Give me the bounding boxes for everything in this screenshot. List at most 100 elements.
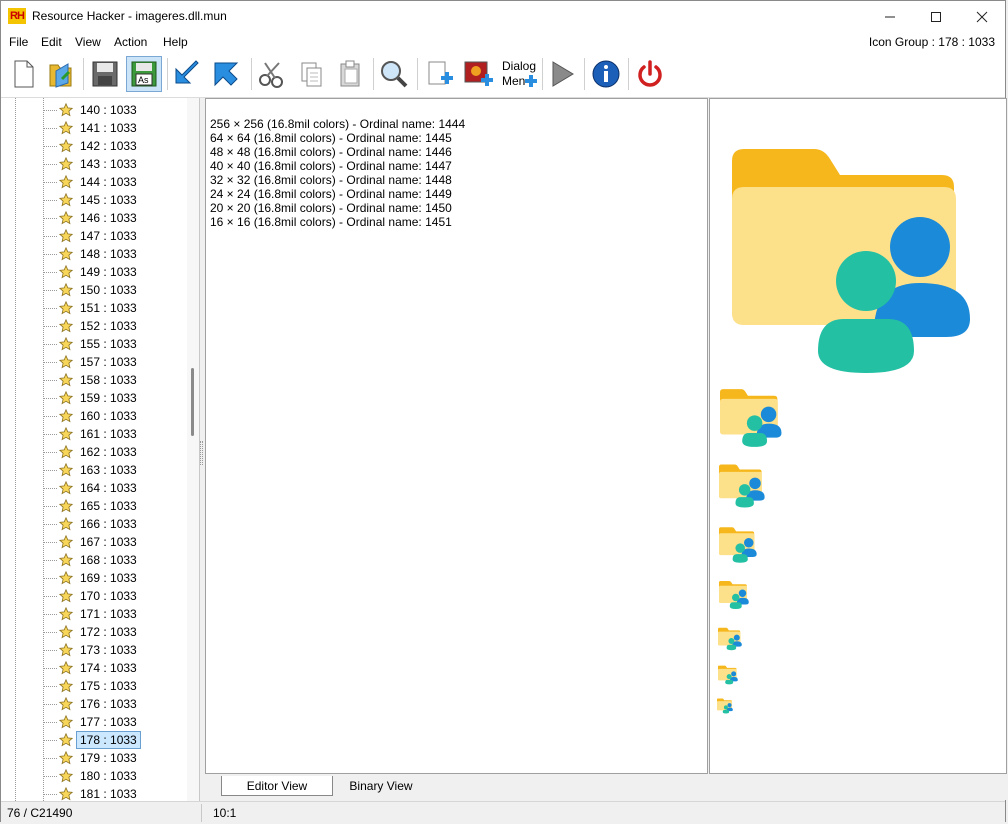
tree-connector [43, 128, 57, 129]
tree-item[interactable]: 157 : 1033 [43, 353, 183, 371]
tree-item[interactable]: 146 : 1033 [43, 209, 183, 227]
tree-item-label: 165 : 1033 [80, 499, 137, 513]
tree-item[interactable]: 173 : 1033 [43, 641, 183, 659]
compile-run-button[interactable] [544, 56, 580, 92]
tree-item[interactable]: 147 : 1033 [43, 227, 183, 245]
tree-item[interactable]: 175 : 1033 [43, 677, 183, 695]
save-as-button[interactable]: As [126, 56, 162, 92]
tree-item[interactable]: 176 : 1033 [43, 695, 183, 713]
back-button[interactable] [169, 56, 205, 92]
star-icon [58, 570, 74, 585]
tree-item[interactable]: 167 : 1033 [43, 533, 183, 551]
star-icon [58, 678, 74, 693]
tree-item[interactable]: 164 : 1033 [43, 479, 183, 497]
tree-item[interactable]: 178 : 1033 [43, 731, 183, 749]
tree-item[interactable]: 162 : 1033 [43, 443, 183, 461]
tree-item[interactable]: 140 : 1033 [43, 101, 183, 119]
star-icon [58, 588, 74, 603]
tree-item[interactable]: 152 : 1033 [43, 317, 183, 335]
tree-item-label: 151 : 1033 [80, 301, 137, 315]
icon-entry-line: 256 × 256 (16.8mil colors) - Ordinal nam… [210, 117, 466, 131]
menu-file[interactable]: File [9, 35, 28, 49]
tree-item-label: 170 : 1033 [80, 589, 137, 603]
new-button[interactable] [5, 56, 41, 92]
tree-item-label: 173 : 1033 [80, 643, 137, 657]
tree-item-label: 148 : 1033 [80, 247, 137, 261]
toolbar-separator [167, 58, 168, 90]
dialog-menu-editor-button[interactable]: Dialog Men [499, 56, 539, 92]
paste-button[interactable] [332, 56, 368, 92]
save-button[interactable] [87, 56, 123, 92]
tree-scrollbar[interactable] [187, 98, 199, 801]
star-icon [58, 696, 74, 711]
tree-item[interactable]: 181 : 1033 [43, 785, 183, 801]
cut-button[interactable] [254, 56, 290, 92]
tree-item[interactable]: 171 : 1033 [43, 605, 183, 623]
resource-tree[interactable]: 140 : 1033 141 : 1033 142 : 1033 143 : 1033… [1, 98, 200, 801]
tree-item-label: 145 : 1033 [80, 193, 137, 207]
tree-item[interactable]: 160 : 1033 [43, 407, 183, 425]
star-icon [58, 552, 74, 567]
tree-item[interactable]: 169 : 1033 [43, 569, 183, 587]
tab-binary-view[interactable]: Binary View [335, 776, 427, 796]
menu-view[interactable]: View [75, 35, 101, 49]
star-icon [58, 120, 74, 135]
tree-item[interactable]: 163 : 1033 [43, 461, 183, 479]
tree-item[interactable]: 172 : 1033 [43, 623, 183, 641]
menu-help[interactable]: Help [163, 35, 188, 49]
tree-item[interactable]: 161 : 1033 [43, 425, 183, 443]
tree-item[interactable]: 143 : 1033 [43, 155, 183, 173]
add-image-resource-button[interactable] [460, 56, 496, 92]
tree-connector [43, 452, 57, 453]
tree-item[interactable]: 144 : 1033 [43, 173, 183, 191]
tab-editor-view[interactable]: Editor View [221, 776, 333, 796]
tree-item[interactable]: 179 : 1033 [43, 749, 183, 767]
tree-connector [43, 164, 57, 165]
splitter-handle[interactable] [200, 441, 203, 465]
tree-item[interactable]: 155 : 1033 [43, 335, 183, 353]
about-button[interactable] [588, 56, 624, 92]
tree-item[interactable]: 142 : 1033 [43, 137, 183, 155]
tree-item[interactable]: 151 : 1033 [43, 299, 183, 317]
add-resource-button[interactable] [421, 56, 457, 92]
star-icon [58, 516, 74, 531]
star-icon [58, 336, 74, 351]
resource-hacker-window: RH Resource Hacker - imageres.dll.mun Fi… [0, 0, 1007, 824]
tree-item[interactable]: 165 : 1033 [43, 497, 183, 515]
menu-edit[interactable]: Edit [41, 35, 62, 49]
tree-item[interactable]: 158 : 1033 [43, 371, 183, 389]
tree-item[interactable]: 166 : 1033 [43, 515, 183, 533]
tree-item-label: 147 : 1033 [80, 229, 137, 243]
tree-scrollbar-thumb[interactable] [191, 368, 194, 436]
minimize-button[interactable] [867, 1, 913, 32]
tree-item[interactable]: 174 : 1033 [43, 659, 183, 677]
svg-text:As: As [138, 75, 149, 85]
tree-item[interactable]: 149 : 1033 [43, 263, 183, 281]
tree-connector [43, 236, 57, 237]
maximize-icon [931, 11, 941, 22]
tree-item[interactable]: 177 : 1033 [43, 713, 183, 731]
close-button[interactable] [959, 1, 1005, 32]
tree-item[interactable]: 168 : 1033 [43, 551, 183, 569]
tree-item[interactable]: 148 : 1033 [43, 245, 183, 263]
icon-preview-panel [709, 98, 1007, 774]
star-icon [58, 768, 74, 783]
menu-action[interactable]: Action [114, 35, 147, 49]
tree-item[interactable]: 170 : 1033 [43, 587, 183, 605]
tree-item[interactable]: 150 : 1033 [43, 281, 183, 299]
maximize-button[interactable] [913, 1, 959, 32]
tree-item[interactable]: 159 : 1033 [43, 389, 183, 407]
star-icon [58, 408, 74, 423]
exit-button[interactable] [632, 56, 668, 92]
forward-button[interactable] [208, 56, 244, 92]
open-button[interactable] [43, 56, 79, 92]
tree-item[interactable]: 180 : 1033 [43, 767, 183, 785]
find-button[interactable] [376, 56, 412, 92]
copy-button[interactable] [293, 56, 329, 92]
tree-item[interactable]: 141 : 1033 [43, 119, 183, 137]
star-icon [58, 660, 74, 675]
tree-item-label: 174 : 1033 [80, 661, 137, 675]
tree-item[interactable]: 145 : 1033 [43, 191, 183, 209]
editor-panel[interactable]: 256 × 256 (16.8mil colors) - Ordinal nam… [205, 98, 708, 774]
star-icon [58, 642, 74, 657]
